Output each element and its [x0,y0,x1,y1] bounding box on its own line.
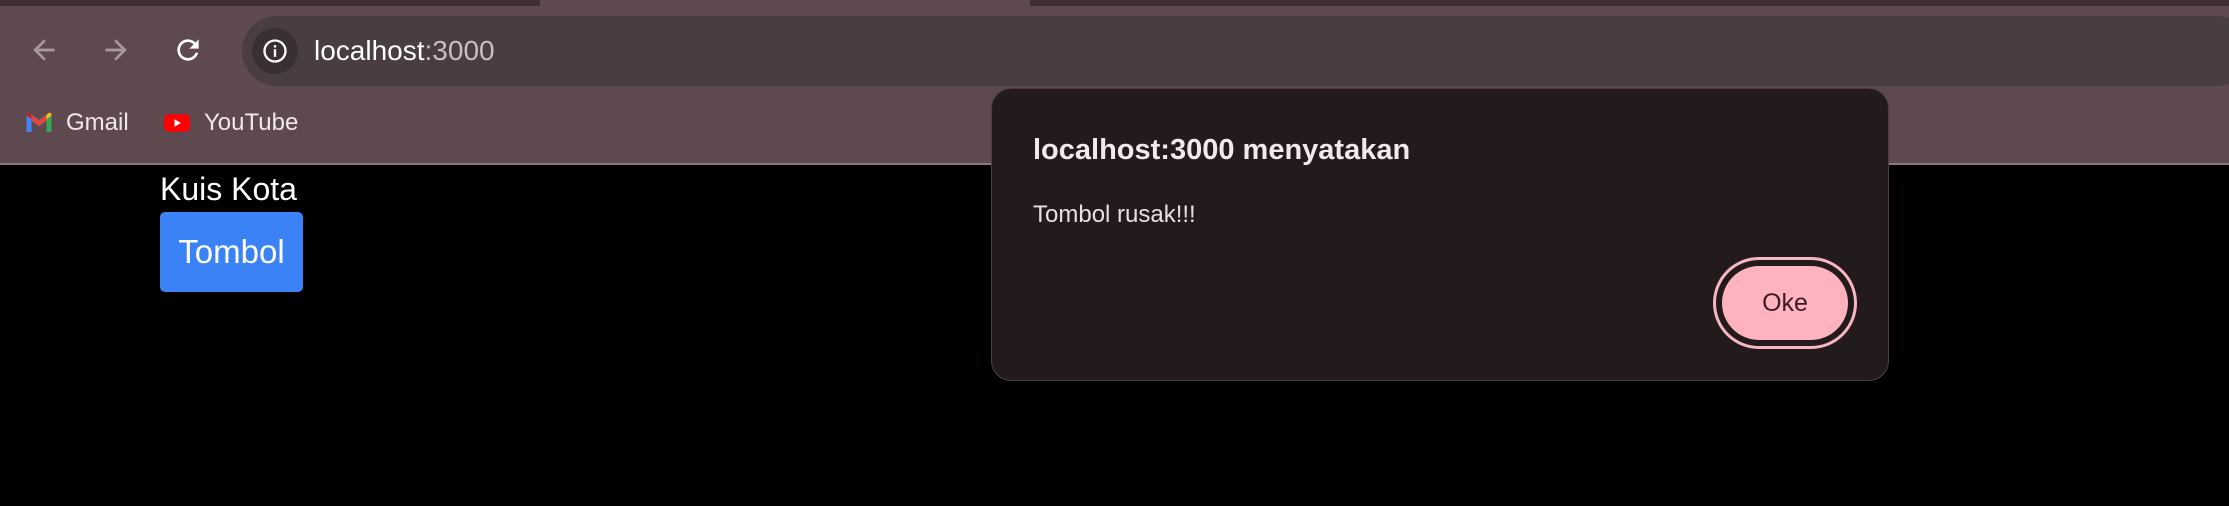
reload-button[interactable] [160,22,216,78]
url-host: localhost [314,35,425,66]
forward-button[interactable] [88,22,144,78]
bookmark-gmail[interactable]: Gmail [24,102,129,144]
url-text: localhost:3000 [314,34,495,68]
tombol-button[interactable]: Tombol [160,212,303,292]
bookmark-youtube[interactable]: YouTube [162,102,298,144]
reload-icon [177,39,199,61]
ok-button-focus-ring: Oke [1713,257,1857,349]
bookmark-label: YouTube [204,109,299,136]
ok-button[interactable]: Oke [1722,266,1848,340]
alert-dialog: localhost:3000 menyatakan Tombol rusak!!… [991,88,1889,381]
bookmark-label: Gmail [66,109,129,136]
back-arrow-icon [33,39,55,61]
gmail-icon [26,112,52,132]
back-button[interactable] [16,22,72,78]
url-port: :3000 [424,35,495,66]
page-title: Kuis Kota [160,171,297,207]
site-info-button[interactable] [252,28,298,74]
dialog-message: Tombol rusak!!! [1033,201,1196,228]
address-bar[interactable]: localhost:3000 [242,16,2229,86]
browser-toolbar: localhost:3000 [0,6,2229,90]
dialog-title: localhost:3000 menyatakan [1033,134,1411,166]
youtube-icon [163,114,191,132]
info-icon [263,39,287,63]
forward-arrow-icon [105,39,127,61]
